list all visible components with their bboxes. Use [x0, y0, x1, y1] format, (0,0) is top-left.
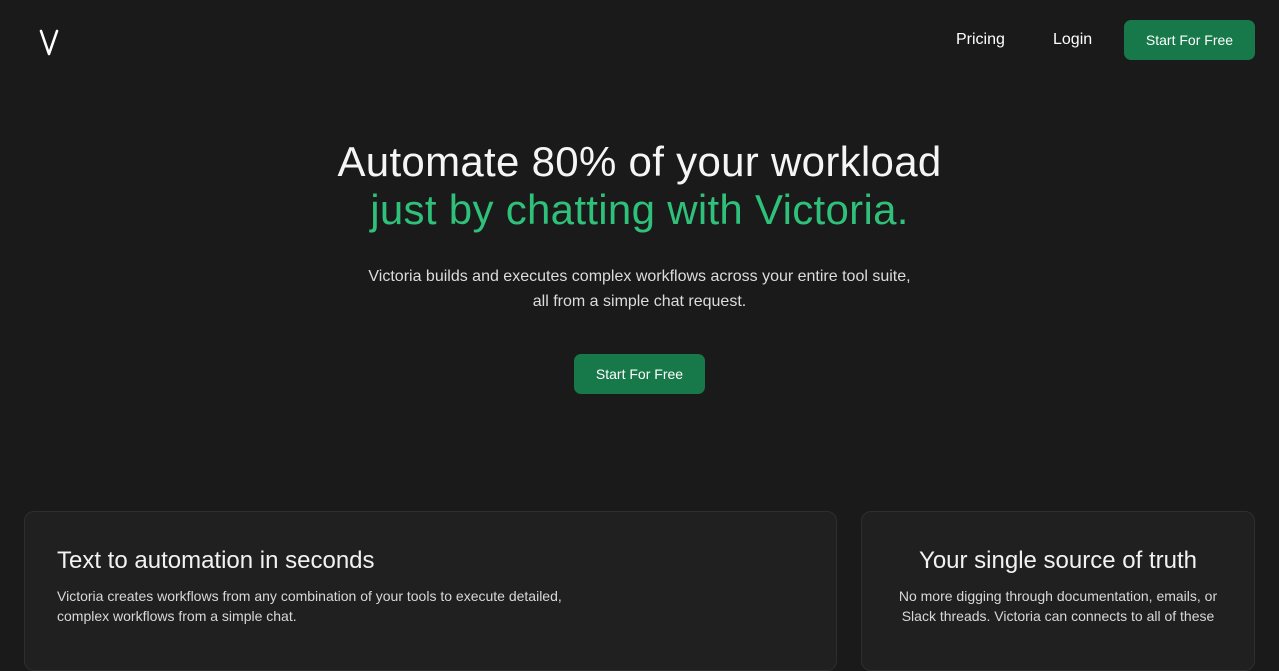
- feature-description: No more digging through documentation, e…: [898, 588, 1218, 624]
- hero-subtitle-line1: Victoria builds and executes complex wor…: [368, 268, 911, 285]
- feature-title: Your single source of truth: [919, 547, 1197, 574]
- hero-subtitle-line2: all from a simple chat request.: [532, 293, 747, 310]
- nav-pricing-link[interactable]: Pricing: [956, 30, 1005, 50]
- hero-title-highlight: just by chatting with Victoria.: [370, 186, 909, 233]
- hero-title: Automate 80% of your workload just by ch…: [0, 138, 1279, 234]
- feature-card-automation: Text to automation in seconds Victoria c…: [24, 511, 837, 671]
- feature-card-source-of-truth: Your single source of truth No more digg…: [861, 511, 1255, 671]
- hero-start-for-free-button[interactable]: Start For Free: [574, 354, 705, 394]
- hero-subtitle: Victoria builds and executes complex wor…: [330, 264, 950, 314]
- v-logo-icon: [39, 29, 59, 56]
- nav-start-for-free-button[interactable]: Start For Free: [1124, 20, 1255, 60]
- victoria-logo[interactable]: [38, 28, 60, 58]
- hero-section: Automate 80% of your workload just by ch…: [0, 138, 1279, 394]
- feature-description: Victoria creates workflows from any comb…: [57, 588, 562, 624]
- nav-login-link[interactable]: Login: [1053, 30, 1092, 50]
- top-nav: Pricing Login Start For Free: [0, 0, 1279, 80]
- hero-title-line1: Automate 80% of your workload: [337, 138, 942, 185]
- feature-title: Text to automation in seconds: [57, 547, 375, 574]
